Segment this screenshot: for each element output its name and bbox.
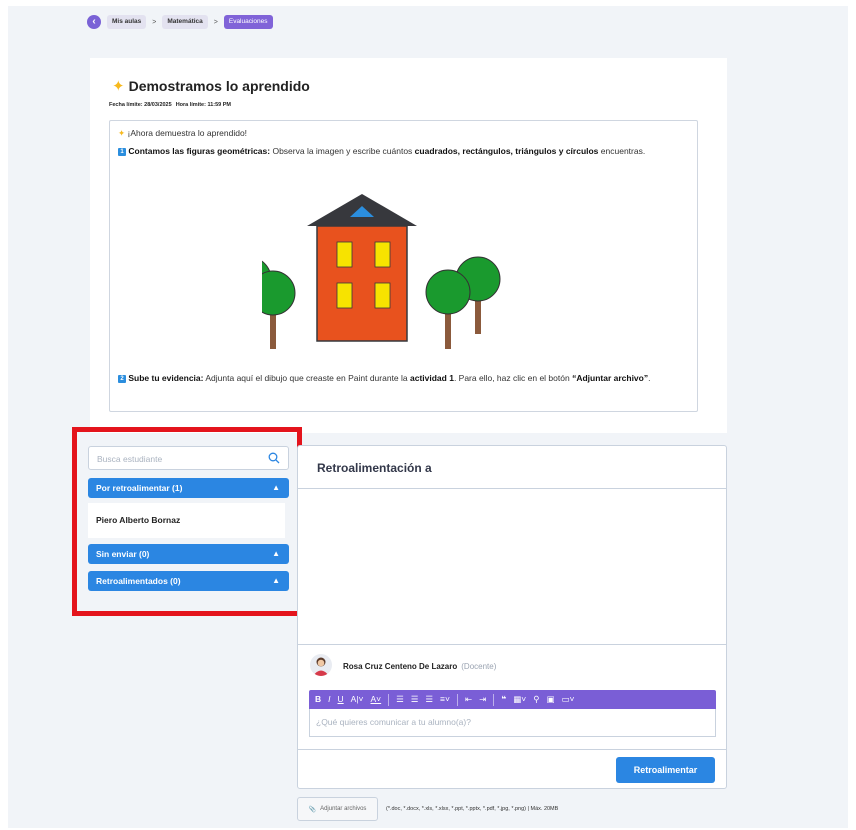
accordion-label: Retroalimentados (0) [96,576,181,586]
student-list-item[interactable]: Piero Alberto Bornaz [88,503,285,538]
house-window [374,282,391,309]
deadline-info: Fecha límite: 28/03/2025 Hora límite: 11… [109,102,231,108]
numbered-list-icon[interactable]: ☰ [411,690,419,709]
teacher-avatar-icon [313,657,329,676]
font-color-button[interactable]: A˅ [371,690,382,709]
accordion-por-retroalimentar[interactable]: Por retroalimentar (1) ▲ [88,478,289,498]
attach-files-button[interactable]: 📎 Adjuntar archivos [297,797,378,821]
feedback-textarea[interactable] [316,717,706,731]
retroalimentar-button[interactable]: Retroalimentar [616,757,715,783]
step1-label: Contamos las figuras geométricas: [128,146,271,156]
divider [298,749,726,750]
caret-up-icon: ▲ [272,483,280,492]
house-window [336,282,353,309]
step1-text-a: Observa la imagen y escribe cuántos [270,146,415,156]
accordion-label: Sin enviar (0) [96,549,150,559]
breadcrumb-separator: > [213,18,218,26]
step2-text-a: Adjunta aquí el dibujo que creaste en Pa… [203,373,410,383]
house-body [316,225,408,342]
attach-file-types: (*.doc, *.docx, *.xls, *.xlsx, *.ppt, *.… [386,806,559,812]
step2-line: 2 Sube tu evidencia: Adjunta aquí el dib… [118,373,678,384]
media-icon[interactable]: ▭˅ [561,690,574,709]
outdent-icon[interactable]: ⇤ [465,690,472,709]
house-window [374,241,391,268]
breadcrumb: ‹ Mis aulas > Matemática > Evaluaciones [87,14,273,30]
accordion-label: Por retroalimentar (1) [96,483,183,493]
teacher-role: (Docente) [461,662,497,671]
italic-button[interactable]: I [328,690,330,709]
quote-icon[interactable]: ❝ [501,690,506,709]
feedback-panel: Retroalimentación a Rosa Cruz Centeno De… [297,445,727,789]
attach-label: Adjuntar archivos [320,806,367,812]
feedback-title: Retroalimentación a [317,461,432,475]
page-title: ✦ Demostramos lo aprendido [112,77,310,95]
font-size-button[interactable]: A|˅ [351,690,364,709]
tree-crown [425,269,471,315]
image-icon[interactable]: ▣ [546,690,554,709]
step1-text-b: encuentras. [598,146,646,156]
accordion-sin-enviar[interactable]: Sin enviar (0) ▲ [88,544,289,564]
bold-button[interactable]: B [315,690,321,709]
step1-line: 1 Contamos las figuras geométricas: Obse… [118,146,645,156]
sparkle-icon: ✦ [118,128,126,138]
align-icon[interactable]: ≡˅ [440,690,450,709]
link-icon[interactable]: ⚲ [533,690,539,709]
teacher-name: Rosa Cruz Centeno De Lazaro (Docente) [343,662,496,671]
step2-text-c: . [648,373,651,383]
checklist-icon[interactable]: ☰ [425,690,433,709]
number-one-icon: 1 [118,147,126,156]
back-button[interactable]: ‹ [87,15,101,29]
bulleted-list-icon[interactable]: ☰ [396,690,404,709]
tree-crown [262,270,296,316]
table-icon[interactable]: ▦˅ [513,690,526,709]
due-date: Fecha límite: 28/03/2025 [109,102,172,108]
intro-text: ¡Ahora demuestra lo aprendido! [127,128,248,138]
step1-shapes: cuadrados, rectángulos, triángulos y cír… [414,146,599,156]
breadcrumb-mis-aulas[interactable]: Mis aulas [107,15,147,29]
toolbar-separator [456,693,458,706]
paperclip-icon: 📎 [308,806,317,813]
number-two-icon: 2 [118,374,126,383]
accordion-retroalimentados[interactable]: Retroalimentados (0) ▲ [88,571,289,591]
editor-toolbar: B I U A|˅ A˅ ☰ ☰ ☰ ≡˅ ⇤ ⇥ ❝ ▦˅ ⚲ ▣ ▭˅ [309,690,716,709]
breadcrumb-separator: > [152,18,157,26]
underline-button[interactable]: U [338,690,344,709]
step2-button-ref: “Adjuntar archivo” [572,373,649,383]
breadcrumb-matematica[interactable]: Matemática [162,15,208,29]
house-illustration [262,194,501,349]
indent-icon[interactable]: ⇥ [479,690,486,709]
activity-content: ✦ ¡Ahora demuestra lo aprendido! 1 Conta… [109,120,698,412]
activity-card: ✦ Demostramos lo aprendido Fecha límite:… [90,58,727,433]
due-time: Hora límite: 11:59 PM [175,102,232,108]
teacher-name-text: Rosa Cruz Centeno De Lazaro [343,662,458,671]
activity-title: Demostramos lo aprendido [128,78,310,94]
divider [298,644,726,645]
search-input[interactable] [97,451,257,466]
chevron-left-icon: ‹ [92,16,96,27]
toolbar-separator [493,693,495,706]
feedback-editor [309,709,716,737]
house-window [336,241,353,268]
avatar [310,654,332,676]
caret-up-icon: ▲ [272,576,280,585]
step2-activity: actividad 1 [410,373,454,383]
search-icon[interactable] [268,452,280,464]
breadcrumb-evaluaciones[interactable]: Evaluaciones [223,15,273,29]
caret-up-icon: ▲ [272,549,280,558]
intro-line: ✦ ¡Ahora demuestra lo aprendido! [118,128,247,139]
toolbar-separator [388,693,390,706]
student-search [88,446,289,470]
sparkle-icon: ✦ [112,78,125,95]
step2-text-b: . Para ello, haz clic en el botón [453,373,573,383]
divider [298,488,726,489]
step2-label: Sube tu evidencia: [128,373,204,383]
